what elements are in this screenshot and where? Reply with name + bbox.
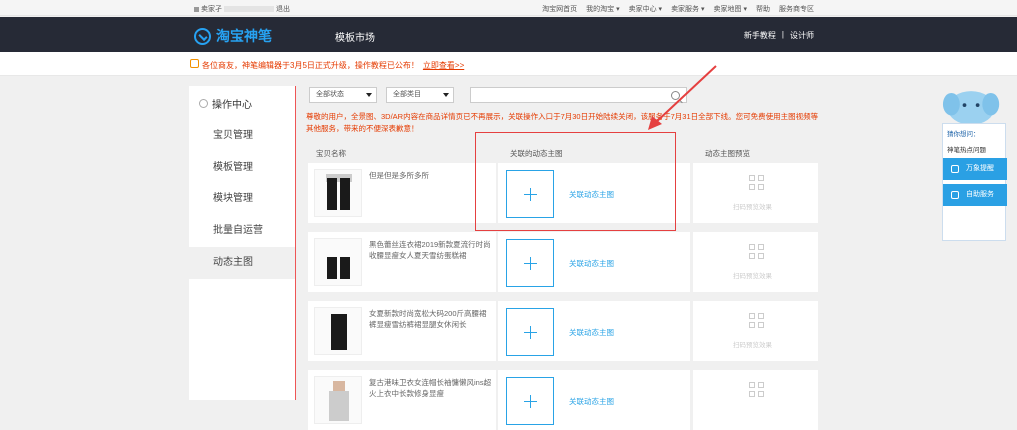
elephant-mascot-icon [942, 91, 1000, 125]
help-title: 猜你想问： [947, 131, 980, 138]
preview-placeholder: 扫码预览效果 [733, 342, 772, 349]
logout-link[interactable]: 退出 [276, 6, 290, 13]
notice-view-link[interactable]: 立即查看>> [423, 61, 464, 70]
help-card: 猜你想问： 神笔热点问题 万象提醒 自助服务 [942, 123, 1007, 241]
preview-cell: 扫码预览效果 [693, 232, 818, 292]
top-links: 淘宝网首页 我的淘宝 ▾ 卖家中心 ▾ 卖家服务 ▾ 卖家地图 ▾ 帮助 服务商… [542, 4, 814, 14]
product-thumbnail[interactable] [314, 169, 362, 217]
reminder-button[interactable]: 万象提醒 [943, 158, 1007, 180]
category-select[interactable]: 全部类目 [386, 87, 454, 103]
product-cell: 女夏新款时尚宽松大码200斤高腰裙裤显瘦雪纺裤裙显腿女休闲长 [308, 301, 496, 361]
top-link-taobao-home[interactable]: 淘宝网首页 [542, 4, 577, 14]
top-link-provider-zone[interactable]: 服务商专区 [779, 4, 814, 14]
speaker-icon [190, 59, 199, 68]
link-dynamic-image-link[interactable]: 关联动态主图 [569, 258, 614, 269]
top-link-help[interactable]: 帮助 [756, 4, 770, 14]
top-bar: 卖家孑 退出 淘宝网首页 我的淘宝 ▾ 卖家中心 ▾ 卖家服务 ▾ 卖家地图 ▾ … [0, 0, 1017, 16]
top-link-my-taobao[interactable]: 我的淘宝 ▾ [586, 4, 619, 14]
chat-icon [951, 191, 959, 199]
table-row: 黑色蕾丝连衣裙2019新款夏流行时尚收腰显瘦女人夏天雪纺蛋糕裙 关联动态主图 扫… [308, 232, 818, 292]
table-row: 女夏新款时尚宽松大码200斤高腰裙裤显瘦雪纺裤裙显腿女休闲长 关联动态主图 扫码… [308, 301, 818, 361]
product-name[interactable]: 复古港味卫衣女连帽长袖慵懒风ins超火上衣中长款修身显瘦 [369, 377, 493, 399]
product-thumbnail[interactable] [314, 238, 362, 286]
product-cell: 黑色蕾丝连衣裙2019新款夏流行时尚收腰显瘦女人夏天雪纺蛋糕裙 [308, 232, 496, 292]
status-select[interactable]: 全部状态 [309, 87, 377, 103]
qr-code-icon [749, 313, 765, 329]
gear-icon [199, 99, 208, 108]
logo[interactable]: 淘宝神笔 [194, 26, 272, 46]
linked-cell: 关联动态主图 [498, 301, 690, 361]
category-select-value: 全部类目 [393, 91, 421, 98]
sidebar-item-dynamic-image[interactable]: 动态主图 [189, 247, 295, 279]
sidebar-item-templates[interactable]: 模板管理 [189, 152, 295, 184]
designer-link[interactable]: 设计师 [790, 30, 814, 41]
top-link-seller-center[interactable]: 卖家中心 ▾ [629, 4, 662, 14]
product-cell: 复古港味卫衣女连帽长袖慵懒风ins超火上衣中长款修身显瘦 [308, 370, 496, 430]
preview-cell: 扫码预览效果 [693, 163, 818, 223]
sidebar: 操作中心 宝贝管理 模板管理 模块管理 批量自运营 动态主图 [189, 86, 296, 400]
preview-placeholder: 扫码预览效果 [733, 273, 772, 280]
add-dynamic-image-button[interactable] [506, 239, 554, 287]
self-service-button[interactable]: 自助服务 [943, 184, 1007, 206]
header-links: 新手教程 | 设计师 [744, 30, 814, 41]
product-thumbnail[interactable] [314, 376, 362, 424]
top-link-seller-map[interactable]: 卖家地图 ▾ [714, 4, 747, 14]
main-header: 淘宝神笔 模板市场 新手教程 | 设计师 [0, 17, 1017, 52]
sidebar-header: 操作中心 [199, 96, 252, 111]
notice-bar: 各位商友，神笔编辑器于3月5日正式升级，操作教程已公布！ 立即查看>> [0, 52, 1017, 76]
self-service-label: 自助服务 [966, 191, 994, 198]
logo-text: 淘宝神笔 [216, 28, 272, 44]
product-cell: 但是但是多所多所 [308, 163, 496, 223]
notice-text: 各位商友，神笔编辑器于3月5日正式升级，操作教程已公布！ 立即查看>> [202, 60, 464, 71]
top-link-seller-service[interactable]: 卖家服务 ▾ [671, 4, 704, 14]
header-divider: | [781, 30, 784, 39]
qr-code-icon [749, 382, 765, 398]
highlight-box [475, 132, 676, 231]
link-dynamic-image-link[interactable]: 关联动态主图 [569, 396, 614, 407]
product-name[interactable]: 黑色蕾丝连衣裙2019新款夏流行时尚收腰显瘦女人夏天雪纺蛋糕裙 [369, 239, 493, 261]
table-row: 复古港味卫衣女连帽长袖慵懒风ins超火上衣中长款修身显瘦 关联动态主图 [308, 370, 818, 430]
logo-icon [194, 27, 211, 45]
user-name-blurred [224, 6, 274, 13]
link-dynamic-image-link[interactable]: 关联动态主图 [569, 327, 614, 338]
tutorial-link[interactable]: 新手教程 [744, 30, 776, 41]
user-icon [194, 6, 199, 12]
reminder-label: 万象提醒 [966, 165, 994, 172]
chevron-down-icon [443, 93, 449, 97]
preview-placeholder: 扫码预览效果 [733, 204, 772, 211]
linked-cell: 关联动态主图 [498, 370, 690, 430]
annotation-arrow [648, 65, 717, 130]
column-header-preview: 动态主图预览 [705, 149, 750, 158]
add-dynamic-image-button[interactable] [506, 377, 554, 425]
column-header-name: 宝贝名称 [316, 149, 346, 158]
add-dynamic-image-button[interactable] [506, 308, 554, 356]
qr-code-icon [749, 244, 765, 260]
user-info: 卖家孑 退出 [194, 4, 290, 14]
sidebar-title: 操作中心 [212, 100, 252, 111]
notice-message: 各位商友，神笔编辑器于3月5日正式升级，操作教程已公布！ [202, 61, 419, 70]
sidebar-item-batch-ops[interactable]: 批量自运营 [189, 215, 295, 247]
sidebar-item-modules[interactable]: 模块管理 [189, 183, 295, 215]
product-thumbnail[interactable] [314, 307, 362, 355]
bell-icon [951, 165, 959, 173]
status-select-value: 全部状态 [316, 91, 344, 98]
product-name[interactable]: 女夏新款时尚宽松大码200斤高腰裙裤显瘦雪纺裤裙显腿女休闲长 [369, 308, 493, 330]
linked-cell: 关联动态主图 [498, 232, 690, 292]
chevron-down-icon [366, 93, 372, 97]
qr-code-icon [749, 175, 765, 191]
sidebar-item-products[interactable]: 宝贝管理 [189, 120, 295, 152]
preview-cell: 扫码预览效果 [693, 301, 818, 361]
hot-question-link[interactable]: 神笔热点问题 [947, 144, 986, 154]
preview-cell [693, 370, 818, 430]
user-name[interactable]: 卖家孑 [201, 6, 222, 13]
nav-template-market[interactable]: 模板市场 [335, 29, 375, 44]
